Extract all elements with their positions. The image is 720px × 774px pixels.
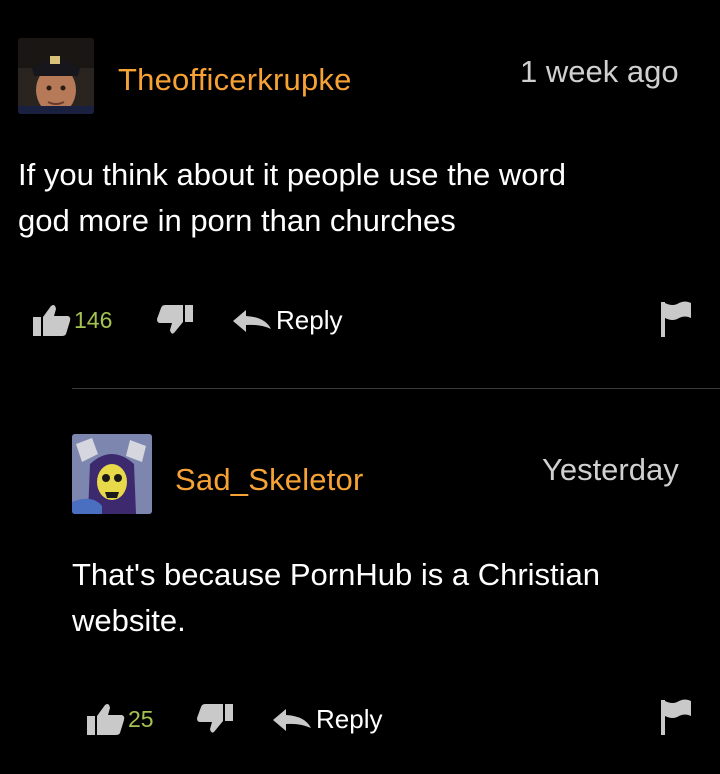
flag-button[interactable] <box>660 300 692 338</box>
comment-text-line: god more in porn than churches <box>18 203 456 238</box>
upvote-count: 146 <box>74 306 113 333</box>
timestamp: Yesterday <box>542 452 679 487</box>
flag-icon <box>661 301 691 337</box>
upvote-button[interactable]: 146 <box>32 303 112 337</box>
comment-text-line: That's because PornHub is a Christian <box>72 557 601 592</box>
avatar[interactable] <box>18 38 94 114</box>
reply-button[interactable]: Reply <box>232 305 342 336</box>
timestamp: 1 week ago <box>520 54 679 89</box>
flag-button[interactable] <box>660 698 692 736</box>
reply-arrow-icon <box>273 708 311 731</box>
comment-text-line: If you think about it people use the wor… <box>18 157 567 192</box>
downvote-button[interactable] <box>156 304 194 336</box>
username[interactable]: Sad_Skeletor <box>175 462 364 498</box>
reply-button[interactable]: Reply <box>272 704 382 735</box>
upvote-count: 25 <box>128 705 154 732</box>
avatar[interactable] <box>72 434 152 514</box>
divider <box>72 388 720 389</box>
upvote-button[interactable]: 25 <box>86 702 154 736</box>
reply-arrow-icon <box>233 309 271 332</box>
thumbs-up-icon <box>87 704 125 735</box>
thumbs-down-icon <box>157 305 193 334</box>
downvote-button[interactable] <box>196 703 234 735</box>
avatar-skeletor-icon <box>72 434 152 514</box>
reply-label: Reply <box>276 305 343 335</box>
comment-text-line: website. <box>72 603 186 638</box>
reply-label: Reply <box>316 704 383 734</box>
flag-icon <box>661 699 691 735</box>
avatar-officer-icon <box>18 38 94 114</box>
comment-text: That's because PornHub is a Christian we… <box>72 552 712 644</box>
thumbs-down-icon <box>197 704 233 733</box>
username[interactable]: Theofficerkrupke <box>118 62 352 98</box>
comment-text: If you think about it people use the wor… <box>18 152 708 244</box>
thumbs-up-icon <box>33 305 71 336</box>
